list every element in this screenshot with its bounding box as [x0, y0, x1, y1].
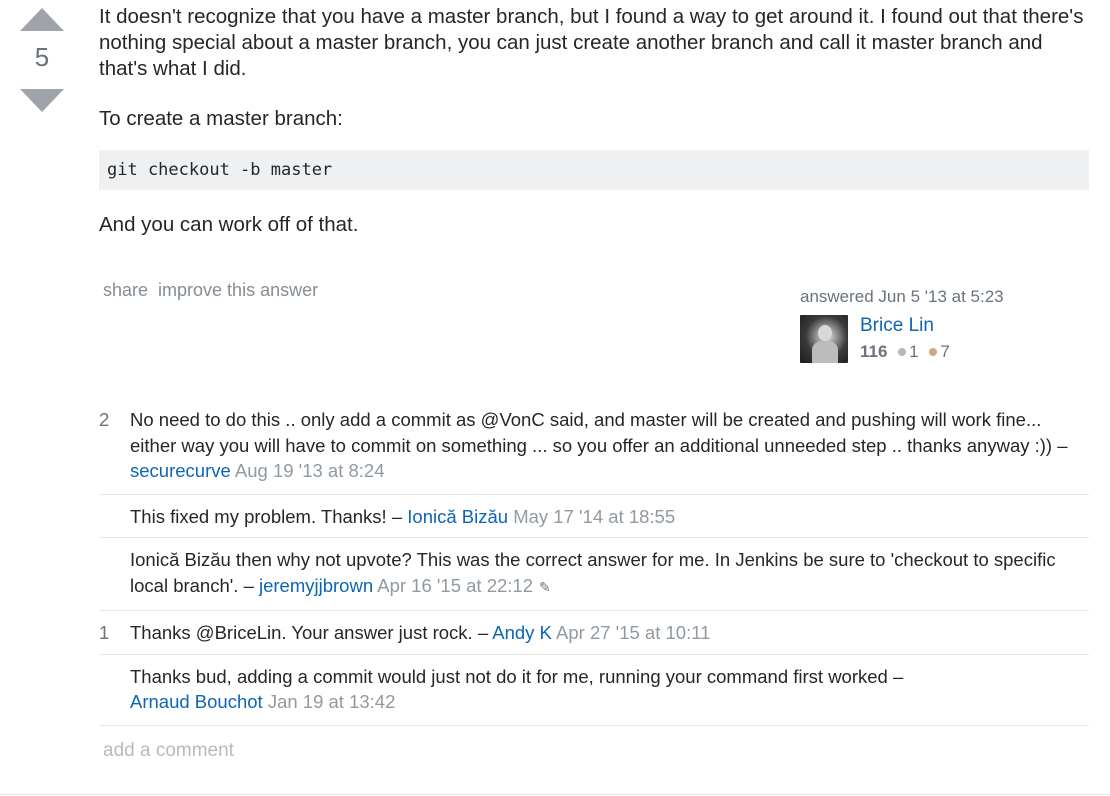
pencil-icon[interactable]: ✎ [539, 575, 551, 601]
comment-user-link[interactable]: Andy K [492, 622, 552, 643]
answer-body: It doesn't recognize that you have a mas… [99, 0, 1089, 238]
comment-score: 2 [99, 409, 110, 430]
silver-badge-icon [898, 348, 907, 357]
answer-paragraph: It doesn't recognize that you have a mas… [99, 5, 1084, 80]
comment-user-link[interactable]: Ionică Bizău [407, 506, 508, 527]
upvote-arrow-icon[interactable] [20, 8, 64, 31]
answer-paragraph: And you can work off of that. [99, 213, 359, 236]
comment-item: 1 Thanks @BriceLin. Your answer just roc… [99, 611, 1089, 655]
downvote-arrow-icon[interactable] [20, 89, 64, 112]
comment-score: 1 [99, 622, 110, 643]
user-card: answered Jun 5 '13 at 5:23 Brice Lin 116… [800, 287, 1080, 363]
comment-date[interactable]: Apr 27 '15 at 10:11 [556, 622, 710, 643]
code-block: git checkout -b master [99, 150, 1089, 190]
add-comment-link[interactable]: add a comment [103, 740, 234, 762]
comment-text: Thanks bud, adding a commit would just n… [130, 665, 904, 687]
comment-score [99, 664, 130, 715]
comment-date[interactable]: May 17 '14 at 18:55 [513, 506, 675, 527]
comment-date[interactable]: Jan 19 at 13:42 [268, 691, 396, 712]
divider [0, 794, 1110, 795]
comment-text: No need to do this .. only add a commit … [130, 409, 1068, 456]
comment-user-link[interactable]: jeremyjjbrown [259, 575, 373, 596]
vote-cell: 5 [18, 8, 66, 112]
comment-item: Ionică Bizău then why not upvote? This w… [99, 538, 1089, 611]
comment-score [99, 547, 130, 600]
avatar[interactable] [800, 315, 848, 363]
bronze-badge-count: 7 [940, 342, 950, 361]
comment-item: 2 No need to do this .. only add a commi… [99, 400, 1089, 495]
vote-count: 5 [34, 42, 50, 72]
improve-answer-link[interactable]: improve this answer [158, 280, 318, 300]
comment-date[interactable]: Aug 19 '13 at 8:24 [235, 460, 385, 481]
post-menu: share improve this answer [103, 280, 328, 301]
reputation-line: 116 1 7 [860, 342, 950, 362]
comment-text: Thanks @BriceLin. Your answer just rock.… [130, 622, 489, 643]
comments-list: 2 No need to do this .. only add a commi… [99, 400, 1089, 726]
answered-time: answered Jun 5 '13 at 5:23 [800, 287, 1004, 306]
comment-score [99, 504, 130, 530]
reputation-score: 116 [860, 342, 888, 361]
comment-user-link[interactable]: securecurve [130, 460, 231, 481]
bronze-badge-icon [929, 348, 938, 357]
comment-item: Thanks bud, adding a commit would just n… [99, 655, 1089, 726]
answer-paragraph: To create a master branch: [99, 107, 343, 130]
silver-badge-count: 1 [909, 342, 919, 361]
comment-date[interactable]: Apr 16 '15 at 22:12 [377, 575, 533, 596]
user-name-link[interactable]: Brice Lin [860, 315, 950, 337]
comment-text: This fixed my problem. Thanks! – [130, 505, 403, 527]
comment-item: This fixed my problem. Thanks! – Ionică … [99, 495, 1089, 538]
comment-user-link[interactable]: Arnaud Bouchot [130, 691, 263, 712]
share-link[interactable]: share [103, 280, 148, 300]
